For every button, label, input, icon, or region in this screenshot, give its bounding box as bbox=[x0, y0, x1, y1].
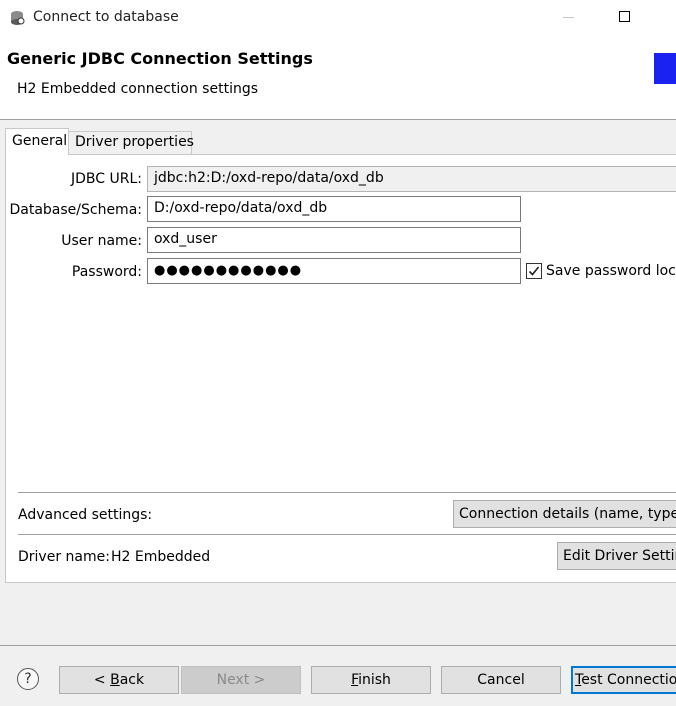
save-password-checkbox[interactable] bbox=[526, 263, 542, 279]
cancel-button[interactable]: Cancel bbox=[441, 666, 561, 694]
page-title: Generic JDBC Connection Settings bbox=[7, 49, 313, 68]
page-subtitle: H2 Embedded connection settings bbox=[17, 81, 259, 97]
tab-general[interactable]: General bbox=[5, 128, 69, 155]
checkmark-icon bbox=[528, 266, 540, 276]
edit-driver-settings-button[interactable]: Edit Driver Settin bbox=[557, 542, 676, 570]
password-label: Password: bbox=[71, 264, 142, 280]
save-password-label: Save password loca bbox=[546, 263, 676, 279]
footer-divider bbox=[0, 645, 676, 646]
header-divider bbox=[0, 119, 676, 120]
help-icon[interactable]: ? bbox=[17, 668, 39, 690]
tab-driver-properties[interactable]: Driver properties bbox=[69, 131, 194, 155]
connection-details-button[interactable]: Connection details (name, type, ... bbox=[453, 500, 676, 528]
app-icon bbox=[8, 9, 26, 27]
maximize-icon[interactable] bbox=[619, 11, 630, 22]
username-field[interactable]: oxd_user bbox=[147, 227, 521, 253]
jdbc-url-field[interactable]: jdbc:h2:D:/oxd-repo/data/oxd_db bbox=[147, 166, 676, 192]
minimize-icon[interactable] bbox=[563, 17, 574, 18]
database-schema-label: Database/Schema: bbox=[9, 202, 142, 218]
database-schema-field[interactable]: D:/oxd-repo/data/oxd_db bbox=[147, 196, 521, 222]
password-field[interactable]: ●●●●●●●●●●●● bbox=[147, 258, 521, 284]
driver-name-value: H2 Embedded bbox=[111, 549, 211, 565]
advanced-divider bbox=[18, 492, 676, 493]
test-connection-button[interactable]: Test Connection bbox=[571, 666, 676, 694]
username-label: User name: bbox=[61, 233, 142, 249]
header-banner-image bbox=[654, 53, 676, 84]
back-mnemonic: B bbox=[110, 672, 120, 688]
window-title: Connect to database bbox=[33, 9, 179, 25]
back-label: ack bbox=[119, 672, 145, 688]
test-connection-label: est Connection bbox=[581, 672, 676, 688]
finish-label: inish bbox=[358, 672, 391, 688]
next-button[interactable]: Next > bbox=[181, 666, 301, 694]
driver-name-label: Driver name: bbox=[18, 549, 110, 565]
advanced-settings-label: Advanced settings: bbox=[18, 507, 153, 523]
jdbc-url-label: JDBC URL: bbox=[71, 171, 142, 187]
driver-divider bbox=[18, 534, 676, 535]
finish-button[interactable]: Finish bbox=[311, 666, 431, 694]
back-button[interactable]: < Back bbox=[59, 666, 179, 694]
